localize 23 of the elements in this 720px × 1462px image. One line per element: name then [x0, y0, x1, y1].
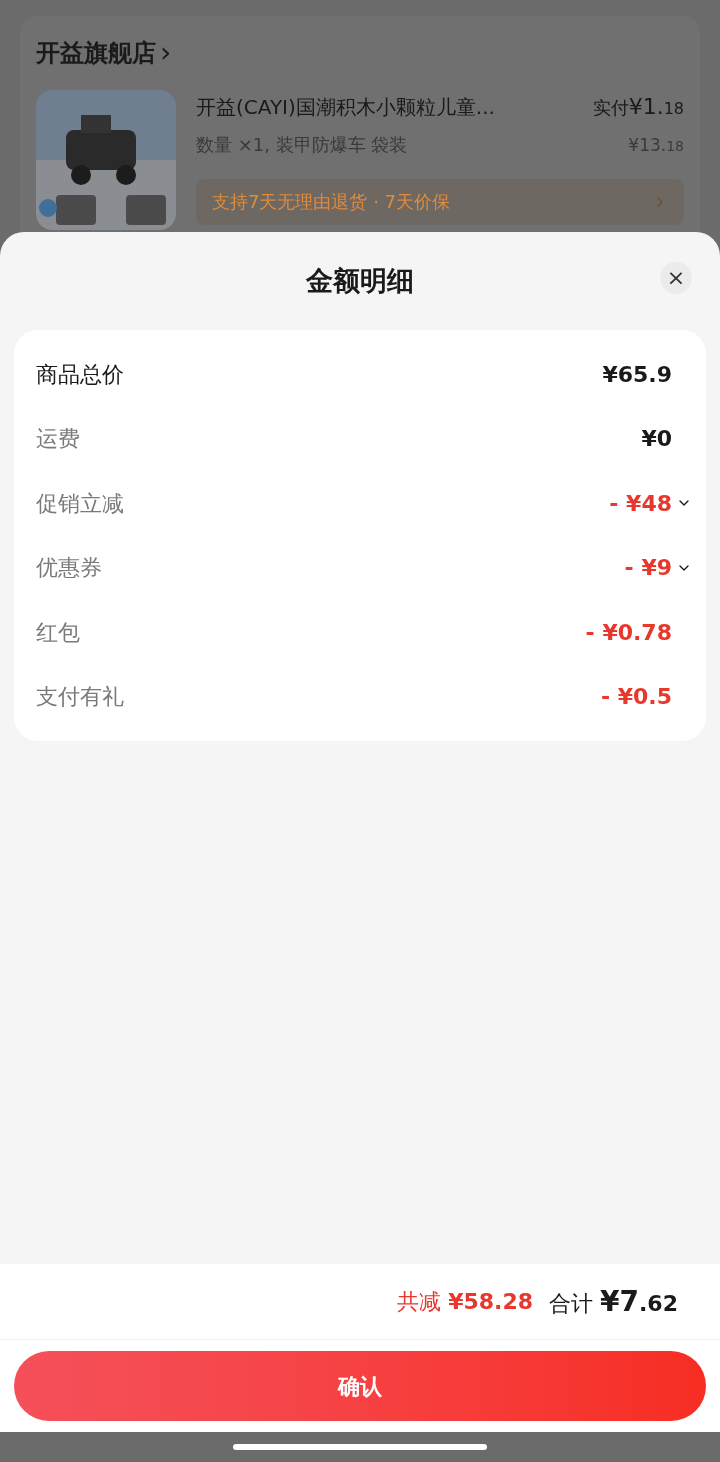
amount-value: - ¥0.78	[585, 618, 672, 647]
amount-value[interactable]: - ¥48	[609, 486, 672, 520]
product-title[interactable]: 开益(CAYI)国潮积木小颗粒儿童...	[196, 92, 495, 122]
amount-value[interactable]: - ¥9	[624, 551, 672, 585]
total-amount: 合计 ¥7.62	[549, 1283, 678, 1320]
service-text: 支持7天无理由退货 · 7天价保	[212, 190, 451, 214]
chevron-icon: ›	[160, 39, 172, 67]
confirm-button[interactable]: 确认	[14, 1351, 706, 1421]
amount-value: ¥65.9	[602, 360, 672, 389]
sheet-title: 金额明细	[306, 263, 414, 298]
amount-label: 红包	[36, 618, 80, 647]
amount-label: 支付有礼	[36, 683, 124, 712]
amount-label: 促销立减	[36, 489, 124, 518]
amount-value: ¥0	[641, 425, 672, 454]
service-bar[interactable]: 支持7天无理由退货 · 7天价保	[196, 178, 684, 225]
amount-label: 商品总价	[36, 360, 124, 389]
amount-label: 运费	[36, 425, 80, 454]
close-button[interactable]: ×	[660, 262, 692, 294]
store-name[interactable]: 开益旗舰店	[36, 35, 156, 71]
paid-price: 实付¥1.18	[592, 93, 684, 121]
amount-label: 优惠券	[36, 554, 102, 583]
amount-value: - ¥0.5	[600, 683, 672, 712]
total-saved: 共减 ¥58.28	[397, 1288, 534, 1316]
